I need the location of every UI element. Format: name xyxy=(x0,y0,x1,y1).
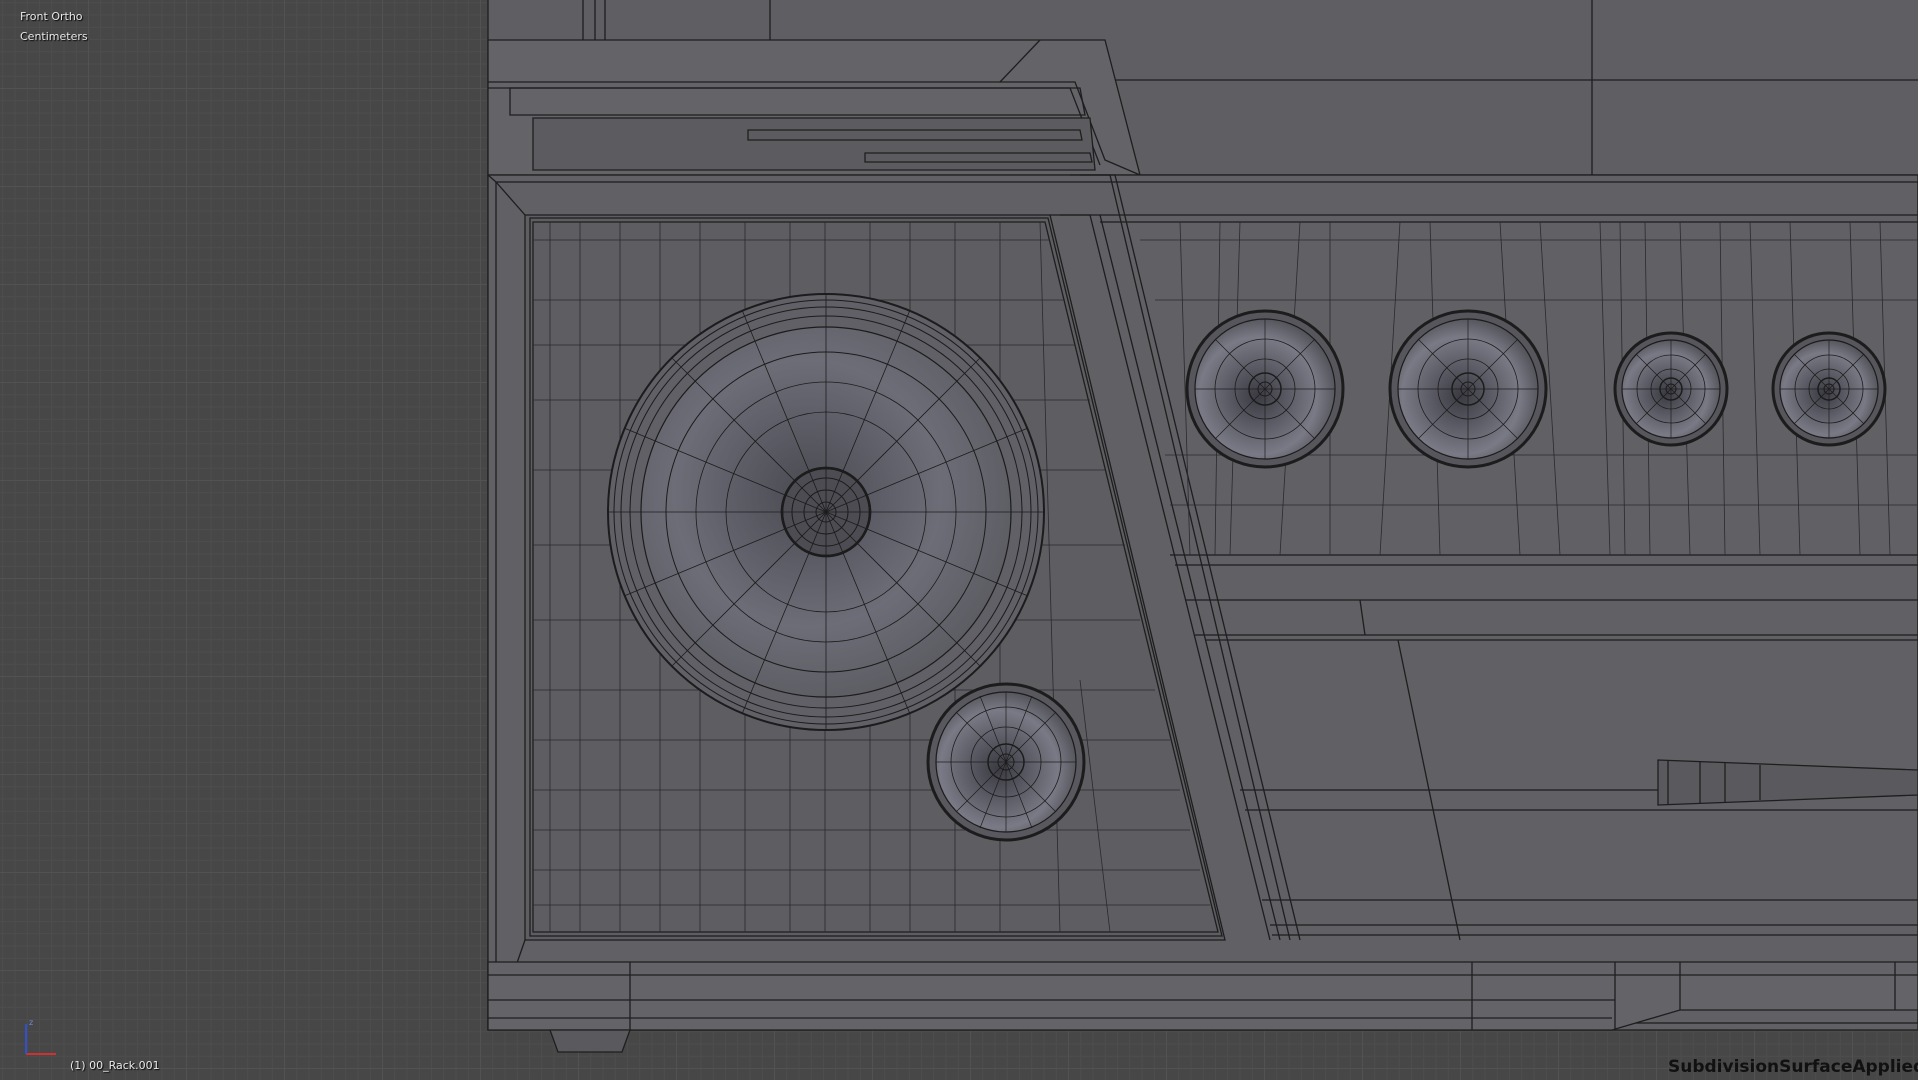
knob-4 xyxy=(1771,331,1887,447)
axis-gizmo-icon: z xyxy=(25,1018,56,1055)
units-label: Centimeters xyxy=(20,30,88,43)
modifier-status-label: SubdivisionSurfaceApplied xyxy=(1668,1057,1918,1077)
knob-2 xyxy=(1388,309,1548,469)
knob-3 xyxy=(1613,331,1729,447)
z-axis-label: z xyxy=(29,1018,33,1027)
3d-viewport[interactable]: Front Ortho Centimeters z (1) 00_Rack.00… xyxy=(0,0,1918,1080)
speaker-woofer xyxy=(607,293,1045,731)
active-object-label: (1) 00_Rack.001 xyxy=(70,1059,160,1072)
rack-mesh-wireframe xyxy=(487,0,1918,1053)
view-name-label: Front Ortho xyxy=(20,10,83,23)
knob-1 xyxy=(1185,309,1345,469)
speaker-tweeter xyxy=(926,682,1086,842)
